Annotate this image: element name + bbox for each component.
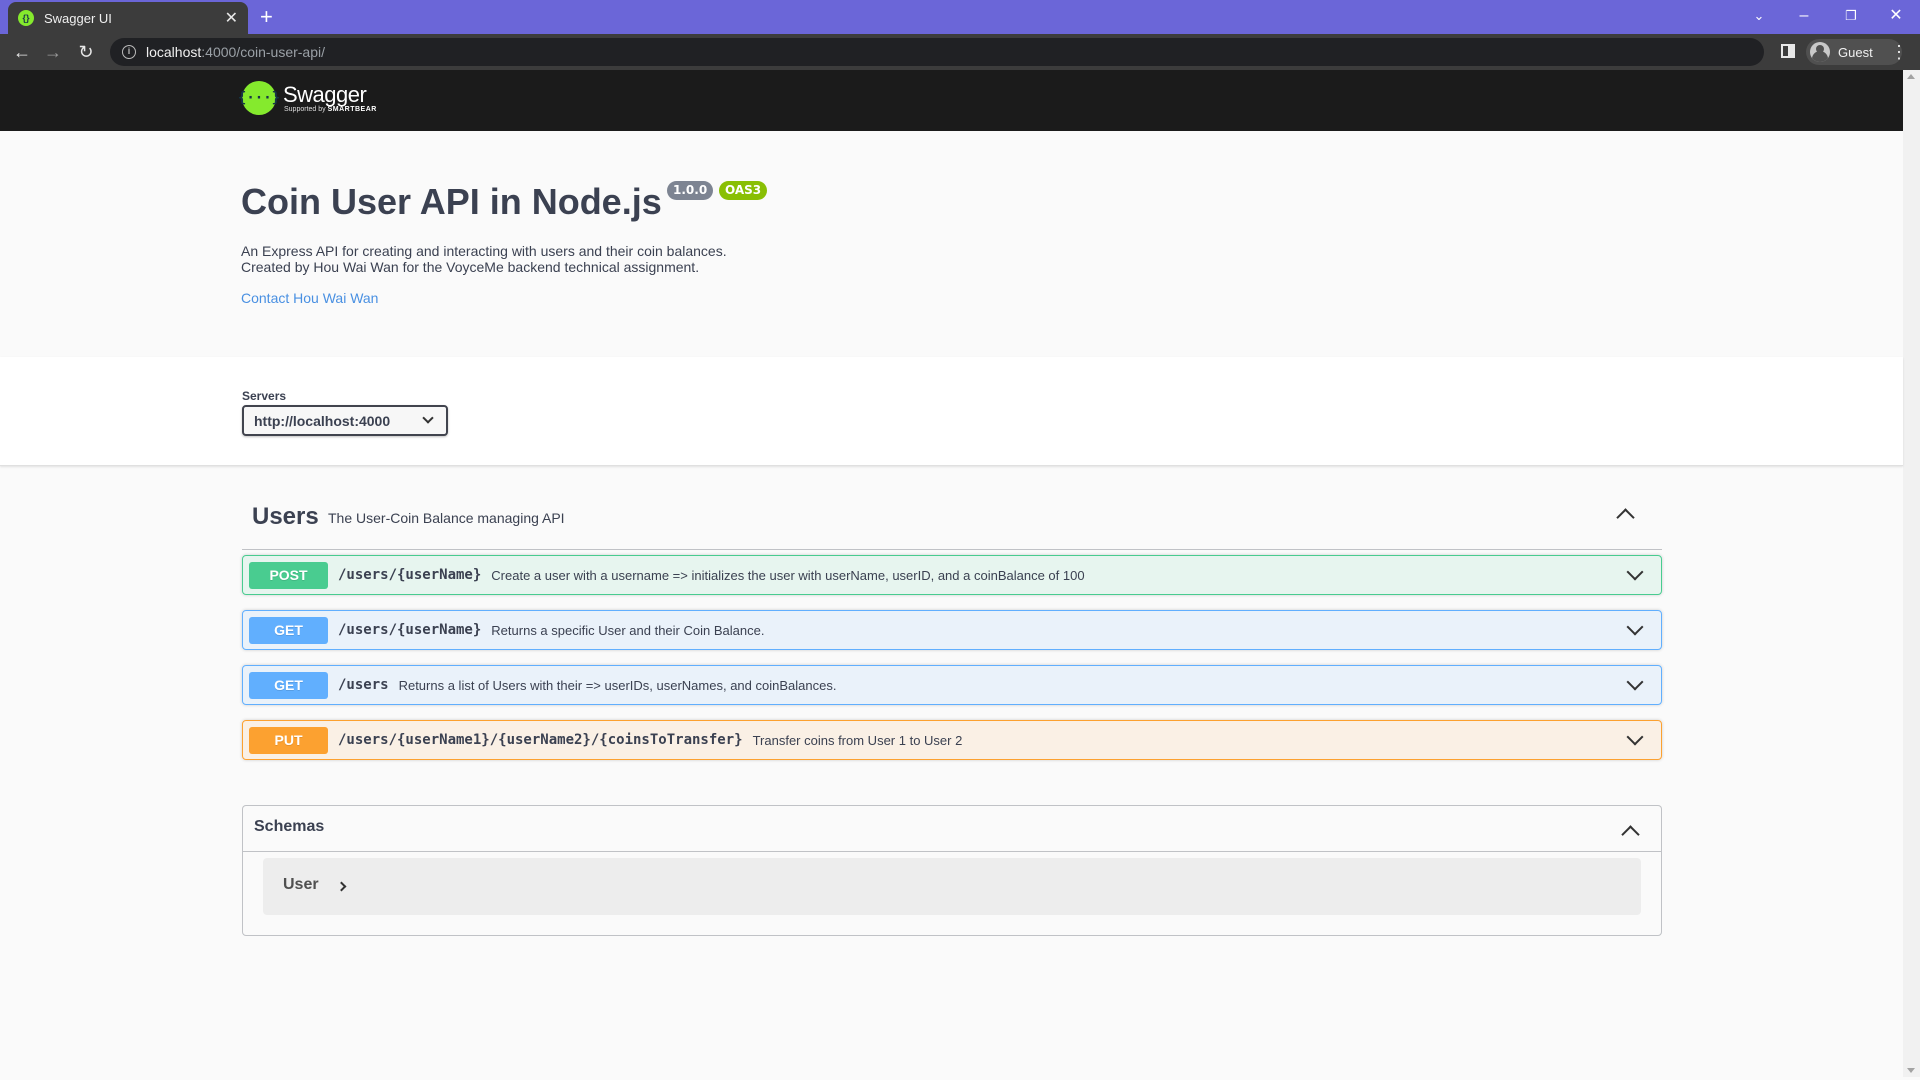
chevron-up-icon[interactable]: [1616, 508, 1635, 527]
chevron-down-icon: [422, 412, 434, 424]
side-panel-icon[interactable]: [1781, 44, 1795, 58]
site-info-icon[interactable]: i: [122, 45, 136, 59]
operation-path: /users/{userName}: [338, 622, 482, 638]
chevron-down-icon[interactable]: [1626, 618, 1644, 636]
swagger-topbar: {···} Swagger Supported by SMARTBEAR: [0, 70, 1903, 131]
swagger-favicon-icon: {}: [18, 10, 34, 26]
operation-summary: Returns a list of Users with their => us…: [398, 677, 837, 693]
reload-icon[interactable]: ↻: [72, 40, 100, 64]
operation-get-user[interactable]: GET /users/{userName} Returns a specific…: [242, 610, 1662, 650]
swagger-logo[interactable]: {···} Swagger Supported by SMARTBEAR: [238, 81, 377, 115]
chevron-down-icon[interactable]: [1626, 673, 1644, 691]
model-user[interactable]: User: [263, 858, 1641, 915]
operation-summary: Returns a specific User and their Coin B…: [491, 622, 765, 638]
scroll-down-icon[interactable]: [1907, 1068, 1915, 1073]
tag-name: Users: [252, 503, 319, 530]
browser-titlebar: {} Swagger UI ✕ + ⌄ – ❐ ✕: [0, 0, 1920, 34]
operation-summary: Create a user with a username => initial…: [491, 567, 1085, 583]
api-info: Coin User API in Node.js 1.0.0 OAS3 An E…: [0, 131, 1903, 357]
new-tab-icon[interactable]: +: [260, 4, 273, 30]
tag-description: The User-Coin Balance managing API: [328, 510, 565, 526]
schemas-title: Schemas: [254, 818, 325, 835]
method-badge: GET: [249, 616, 328, 644]
swagger-logo-subtext: Supported by SMARTBEAR: [284, 105, 377, 113]
method-badge: POST: [249, 561, 328, 589]
method-badge: GET: [249, 671, 328, 699]
chevron-up-icon[interactable]: [1621, 825, 1640, 844]
profile-label: Guest: [1838, 44, 1873, 60]
url-host: localhost: [146, 44, 202, 60]
operation-path: /users/{userName1}/{userName2}/{coinsToT…: [338, 732, 743, 748]
api-description-line1: An Express API for creating and interact…: [241, 243, 727, 259]
chevron-right-icon[interactable]: [336, 881, 347, 892]
browser-toolbar: ← → ↻ i localhost:4000/coin-user-api/ Gu…: [0, 34, 1920, 70]
servers-section: Servers http://localhost:4000: [0, 357, 1903, 466]
method-badge: PUT: [249, 726, 328, 754]
back-icon[interactable]: ←: [8, 40, 36, 64]
forward-icon[interactable]: →: [39, 40, 67, 64]
more-menu-icon[interactable]: ⋮: [1890, 40, 1908, 64]
tag-users-header[interactable]: Users The User-Coin Balance managing API: [242, 486, 1662, 550]
swagger-logo-icon: {···}: [238, 81, 280, 115]
schemas-section: Schemas User: [242, 805, 1662, 936]
chevron-down-icon[interactable]: [1626, 728, 1644, 746]
page-scrollbar[interactable]: [1903, 70, 1920, 1077]
avatar-icon: [1810, 42, 1830, 62]
swagger-logo-text: Swagger: [283, 81, 367, 107]
operation-get-users[interactable]: GET /users Returns a list of Users with …: [242, 665, 1662, 705]
servers-selected-value: http://localhost:4000: [254, 412, 391, 429]
servers-label: Servers: [242, 389, 287, 403]
contact-link[interactable]: Contact Hou Wai Wan: [241, 290, 378, 306]
scroll-up-icon[interactable]: [1907, 74, 1915, 79]
oas-badge: OAS3: [719, 181, 768, 200]
operation-put-transfer[interactable]: PUT /users/{userName1}/{userName2}/{coin…: [242, 720, 1662, 760]
operation-post-user[interactable]: POST /users/{userName} Create a user wit…: [242, 555, 1662, 595]
close-window-icon[interactable]: ✕: [1876, 4, 1916, 28]
url-path: :4000/coin-user-api/: [201, 44, 326, 60]
operation-summary: Transfer coins from User 1 to User 2: [752, 732, 963, 748]
tab-search-icon[interactable]: ⌄: [1739, 4, 1779, 28]
tab-title: Swagger UI: [44, 10, 112, 26]
address-bar[interactable]: i localhost:4000/coin-user-api/: [110, 38, 1764, 66]
api-description: An Express API for creating and interact…: [241, 243, 727, 275]
restore-icon[interactable]: ❐: [1831, 4, 1871, 28]
api-title: Coin User API in Node.js: [241, 181, 662, 222]
operation-path: /users/{userName}: [338, 567, 482, 583]
operation-path: /users: [338, 677, 389, 693]
schemas-header[interactable]: Schemas: [243, 806, 1661, 852]
minimize-icon[interactable]: –: [1784, 4, 1824, 28]
profile-button[interactable]: Guest: [1806, 39, 1902, 65]
api-description-line2: Created by Hou Wai Wan for the VoyceMe b…: [241, 259, 700, 275]
version-badge: 1.0.0: [667, 181, 714, 200]
servers-select[interactable]: http://localhost:4000: [242, 405, 448, 436]
model-name: User: [283, 876, 319, 893]
browser-tab[interactable]: {} Swagger UI ✕: [8, 2, 248, 34]
chevron-down-icon[interactable]: [1626, 563, 1644, 581]
close-tab-icon[interactable]: ✕: [225, 8, 238, 28]
